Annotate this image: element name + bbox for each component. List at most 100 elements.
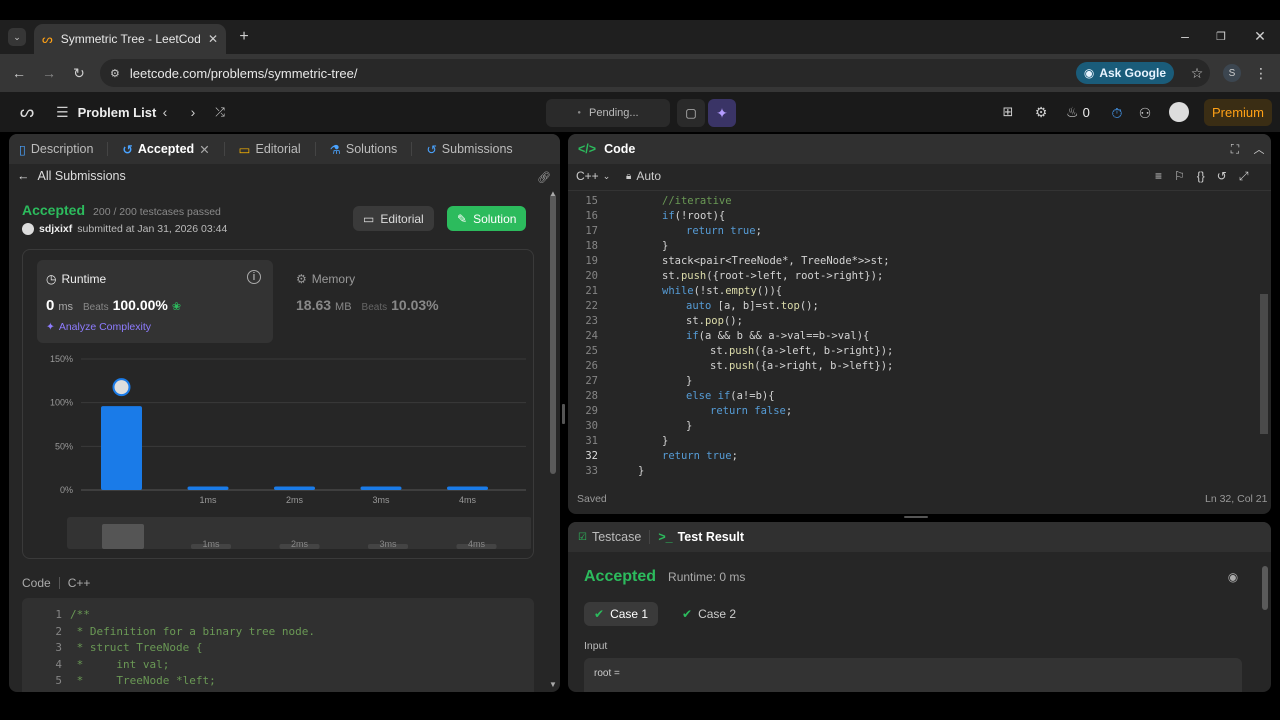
scroll-down-icon[interactable]: ▼ xyxy=(548,680,558,689)
tab-solutions[interactable]: ⚗ Solutions xyxy=(330,142,398,157)
forward-icon[interactable]: → xyxy=(40,64,58,82)
line-number: 22 xyxy=(585,300,598,312)
close-accepted-tab-icon[interactable]: ✕ xyxy=(199,142,209,157)
profile-avatar[interactable]: S xyxy=(1223,64,1241,82)
tab-test-result[interactable]: >_ Test Result xyxy=(658,530,744,544)
all-submissions-link[interactable]: ← All Submissions xyxy=(17,169,126,183)
vertical-resize-handle[interactable] xyxy=(562,404,565,424)
code-line: while(!st.empty()){ xyxy=(662,285,783,297)
screen: ⌄ ᔕ Symmetric Tree - LeetCode ✕ + – ❐ ✕ … xyxy=(0,0,1280,720)
collapse-panel-icon[interactable]: ︿ xyxy=(1252,142,1266,156)
ask-google-button[interactable]: ◉ Ask Google xyxy=(1075,62,1174,84)
premium-button[interactable]: Premium xyxy=(1204,99,1272,126)
code-language: C++ xyxy=(67,576,91,590)
code-separator xyxy=(58,577,60,589)
site-info-icon[interactable]: ⚙ xyxy=(110,67,120,80)
reset-icon[interactable]: ↺ xyxy=(1217,169,1227,184)
shuffle-icon[interactable]: ⤮ xyxy=(212,104,228,120)
input-value-box[interactable]: root = xyxy=(584,658,1242,692)
case-1-tab[interactable]: ✔ Case 1 xyxy=(584,602,659,626)
maximize-icon[interactable]: ⛶ xyxy=(1228,142,1242,156)
editorial-button[interactable]: ▭ Editorial xyxy=(353,206,434,231)
runtime-value-row: 0 ms Beats 100.00% ❀ xyxy=(46,297,181,314)
braces-icon[interactable]: {} xyxy=(1197,169,1205,184)
overview-selection xyxy=(102,524,144,549)
memory-value-row: 18.63 MB Beats 10.03% xyxy=(296,297,439,313)
editor-scrollbar[interactable] xyxy=(1260,294,1268,434)
url-text: leetcode.com/problems/symmetric-tree/ xyxy=(129,65,358,81)
settings-gear-icon[interactable]: ⚙ xyxy=(1033,104,1049,120)
prev-problem-icon[interactable]: ‹ xyxy=(158,104,172,120)
code-editor[interactable]: 15 //iterative 16 if(!root){17 return true; 1… xyxy=(568,192,1258,482)
tab-accepted[interactable]: ↺ Accepted ✕ xyxy=(122,142,209,157)
reload-icon[interactable]: ↻ xyxy=(70,64,88,82)
address-bar[interactable]: ⚙ leetcode.com/problems/symmetric-tree/ … xyxy=(100,59,1210,87)
auto-mode[interactable]: 🔒︎ Auto xyxy=(626,169,661,183)
resize-handle[interactable] xyxy=(904,516,928,518)
memory-header[interactable]: ⚙ Memory xyxy=(296,272,355,286)
tab-submissions[interactable]: ↺ Submissions xyxy=(426,142,512,157)
result-scrollbar-thumb[interactable] xyxy=(1262,566,1268,610)
runtime-header: ◷ Runtime xyxy=(46,272,106,286)
case-2-tab[interactable]: ✔ Case 2 xyxy=(672,602,746,626)
user-avatar[interactable] xyxy=(1169,102,1189,122)
bookmark-star-icon[interactable]: ☆ xyxy=(1184,65,1210,82)
add-friend-icon[interactable]: ⚇ xyxy=(1136,104,1154,122)
line-number: 15 xyxy=(585,195,598,207)
minimize-icon[interactable]: – xyxy=(1178,28,1192,44)
tab-testcase[interactable]: ☑ Testcase xyxy=(578,530,641,544)
streak-counter[interactable]: ♨ 0 xyxy=(1066,104,1090,121)
window-close-icon[interactable]: ✕ xyxy=(1253,28,1267,44)
code-line: else if(a!=b){ xyxy=(686,390,775,402)
tab-submissions-label: Submissions xyxy=(441,142,513,156)
analyze-complexity-link[interactable]: ✦ Analyze Complexity xyxy=(46,321,151,333)
runtime-distribution-chart[interactable]: 150% 100% 50% 0% 1ms 2ms 3ms 4ms 1ms 2ms 3ms 4ms xyxy=(31,346,531,556)
info-icon[interactable]: i xyxy=(247,270,261,284)
tab-editorial[interactable]: ▭ Editorial xyxy=(239,142,301,157)
scroll-up-icon[interactable]: ▲ xyxy=(548,189,558,198)
case-1-label: Case 1 xyxy=(610,607,649,621)
new-tab-icon[interactable]: + xyxy=(236,28,252,45)
eye-icon[interactable]: ◉ xyxy=(1226,570,1240,584)
language-selector[interactable]: C++ ⌄ xyxy=(576,169,610,183)
code-line: } xyxy=(662,240,669,252)
restore-icon[interactable]: ❐ xyxy=(1214,29,1228,43)
format-icon[interactable]: ≡ xyxy=(1155,169,1162,184)
ai-assistant-button[interactable]: ✦ xyxy=(708,99,736,127)
browser-tab-active[interactable]: ᔕ Symmetric Tree - LeetCode ✕ xyxy=(34,24,226,54)
user-position-marker xyxy=(112,378,131,397)
chart-bar xyxy=(447,486,488,490)
next-problem-icon[interactable]: › xyxy=(186,104,200,120)
streak-count: 0 xyxy=(1082,105,1090,120)
line-number: 17 xyxy=(585,225,598,237)
language-label: C++ xyxy=(576,169,599,183)
history-icon: ↺ xyxy=(122,142,133,157)
problem-list-link[interactable]: ☰ Problem List xyxy=(56,104,156,121)
tab-description[interactable]: ▯ Description xyxy=(19,142,93,157)
submitted-code-block[interactable]: 1 /** 2 * Definition for a binary tree nod… xyxy=(22,598,534,692)
submitter-info: sdjxixf submitted at Jan 31, 2026 03:44 xyxy=(22,223,227,235)
pending-status-button[interactable]: ● Pending... xyxy=(546,99,670,127)
memory-beats-label: Beats xyxy=(361,302,388,313)
code-panel: </> Code ⛶ ︿ C++ ⌄ 🔒︎ Auto ≡ ⚐ {} ↺ ⤢ 15 //… xyxy=(568,134,1271,514)
close-tab-icon[interactable]: ✕ xyxy=(208,32,218,46)
share-link-icon[interactable]: 🔗︎ xyxy=(537,170,551,184)
snippet-code-line: * struct TreeNode { xyxy=(70,641,203,654)
notes-button[interactable]: ▢ xyxy=(677,99,705,127)
tab-search-icon[interactable]: ⌄ xyxy=(8,28,26,46)
bookmark-icon[interactable]: ⚐ xyxy=(1174,169,1185,184)
submitter-name[interactable]: sdjxixf xyxy=(39,223,72,235)
fullscreen-icon[interactable]: ⤢ xyxy=(1239,169,1249,184)
back-icon[interactable]: ← xyxy=(10,64,28,82)
left-scrollbar-thumb[interactable] xyxy=(550,194,556,474)
runtime-beats-label: Beats xyxy=(83,302,109,313)
leetcode-logo-icon[interactable]: ᔕ xyxy=(18,103,36,121)
browser-menu-icon[interactable]: ⋮ xyxy=(1254,64,1268,82)
layout-grid-icon[interactable]: ⊞ xyxy=(1000,104,1016,120)
solution-button[interactable]: ✎ Solution xyxy=(447,206,527,231)
timer-icon[interactable]: ⏱ xyxy=(1108,104,1126,122)
leetcode-favicon-icon: ᔕ xyxy=(42,32,53,46)
tab-title: Symmetric Tree - LeetCode xyxy=(60,32,200,46)
solution-button-label: Solution xyxy=(473,211,517,226)
terminal-icon: >_ xyxy=(658,530,673,544)
